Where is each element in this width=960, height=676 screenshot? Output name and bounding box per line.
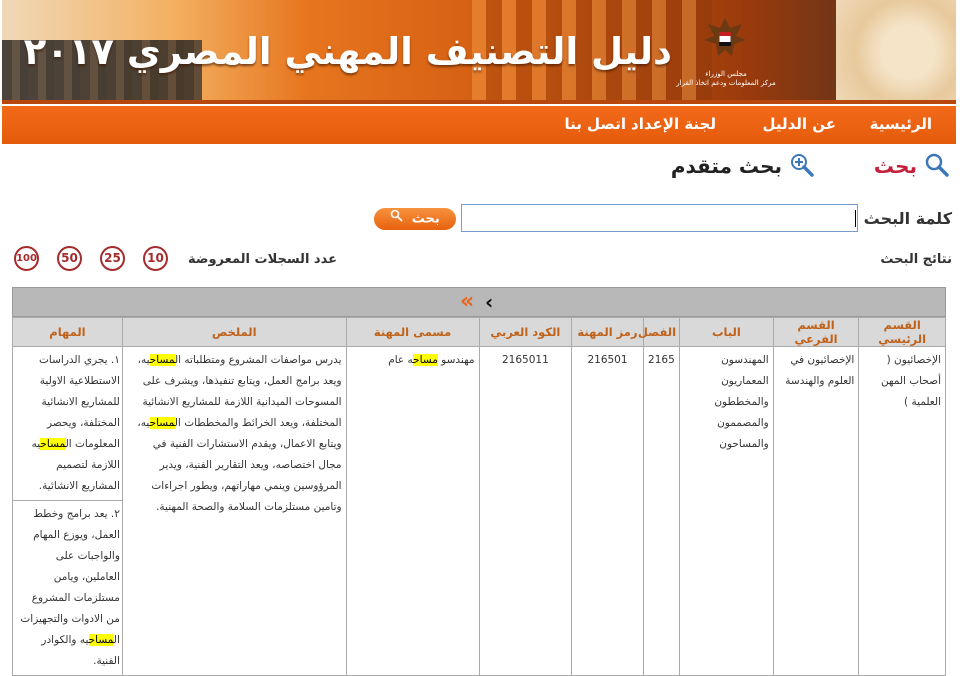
pager-bar: « ‹ (12, 287, 946, 317)
cell-tasks: ١. يجري الدراسات الاستطلاعية الاولية للم… (12, 346, 123, 676)
records-10-button[interactable]: 10 (143, 246, 168, 271)
col-summary: الملخص (121, 317, 347, 347)
zoom-plus-icon (789, 152, 815, 183)
search-icon (924, 152, 950, 183)
search-icon (390, 208, 403, 230)
main-nav: الرئيسية عن الدليل لجنة الإعداد اتصل بنا (2, 106, 956, 144)
egypt-eagle-logo (704, 18, 746, 56)
results-table: القسم الرئيسي القسم الفرعي الباب الفصل ر… (12, 317, 946, 676)
records-50-button[interactable]: 50 (57, 246, 82, 271)
nav-committee[interactable]: لجنة الإعداد (631, 115, 716, 133)
search-highlight: مساح (413, 354, 438, 366)
table-header-row: القسم الرئيسي القسم الفرعي الباب الفصل ر… (12, 317, 946, 347)
cell-job-title: مهندسو مساحه عام (345, 346, 480, 676)
keyword-input[interactable] (461, 204, 858, 232)
search-highlight: مساح (40, 438, 66, 450)
records-100-button[interactable]: 100 (14, 246, 39, 271)
records-count-label: عدد السجلات المعروضة (188, 252, 337, 267)
col-arab-code: الكود العربي (478, 317, 573, 347)
nav-home[interactable]: الرئيسية (870, 115, 932, 133)
header-banner: دليل التصنيف المهني المصري ٢٠١٧ مجلس الو… (2, 0, 956, 104)
first-page-icon[interactable]: « (460, 289, 474, 315)
simple-search-link[interactable]: بحث (874, 152, 950, 183)
search-highlight: مساح (88, 634, 114, 646)
previous-page-icon[interactable]: ‹ (485, 289, 493, 315)
task-item: ١. يجري الدراسات الاستطلاعية الاولية للم… (31, 354, 120, 492)
cell-job-code: 216501 (571, 346, 644, 676)
results-label: نتائج البحث (880, 252, 952, 267)
banner-brain-image (836, 0, 956, 104)
col-sub-section: القسم الفرعي (772, 317, 860, 347)
search-button[interactable]: بحث (374, 208, 456, 230)
cell-sub-section: الإخصائيون في العلوم والهندسة (772, 346, 860, 676)
cell-summary: يدرس مواصفات المشروع ومتطلباته المساحيه،… (121, 346, 347, 676)
cell-chapter: المهندسون المعماريون والمخططون والمصممون… (679, 346, 774, 676)
col-section: الفصل (638, 317, 681, 347)
nav-about[interactable]: عن الدليل (762, 115, 836, 133)
search-highlight: مساح (149, 417, 175, 429)
col-tasks: المهام (12, 317, 123, 347)
text-cursor (855, 210, 856, 227)
cell-arab-code: 2165011 (478, 346, 573, 676)
col-main-section: القسم الرئيسي (858, 317, 946, 347)
col-job-code: رمز المهنة (571, 317, 644, 347)
records-25-button[interactable]: 25 (100, 246, 125, 271)
col-chapter: الباب (679, 317, 774, 347)
cell-section: 2165 (642, 346, 681, 676)
advanced-search-link[interactable]: بحث متقدم (671, 152, 815, 183)
keyword-label: كلمة البحث (863, 209, 952, 228)
nav-contact[interactable]: اتصل بنا (564, 115, 626, 133)
cell-main-section: الإخصائيون ( أصحاب المهن العلمية ) (858, 346, 946, 676)
col-job-title: مسمى المهنة (345, 317, 480, 347)
table-row: الإخصائيون ( أصحاب المهن العلمية ) الإخص… (12, 346, 946, 676)
site-title: دليل التصنيف المهني المصري ٢٠١٧ (23, 30, 672, 73)
task-item: ٢. يعد برامج وخطط العمل، ويوزع المهام وا… (13, 500, 122, 675)
ministry-caption: مجلس الوزراء مركز المعلومات ودعم اتخاذ ا… (676, 70, 776, 87)
search-highlight: مساح (149, 354, 175, 366)
